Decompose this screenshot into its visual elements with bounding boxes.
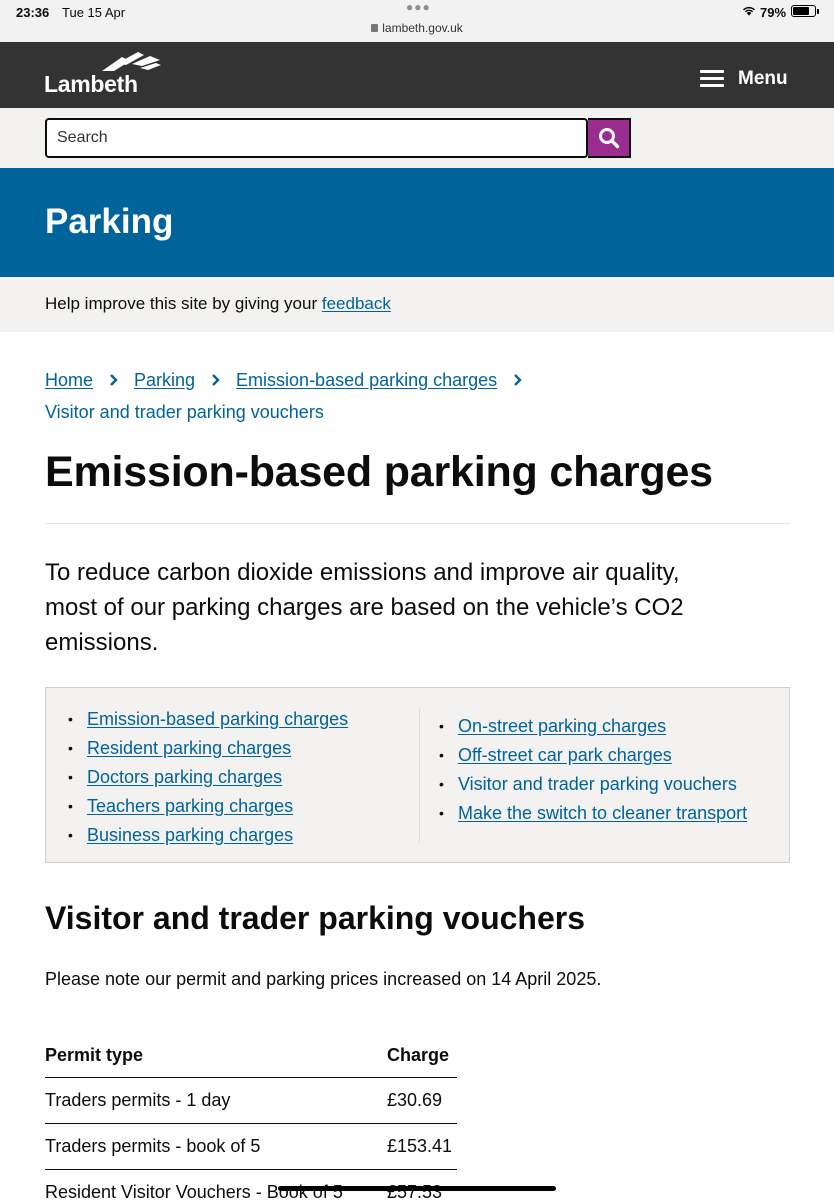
- current-page-visitor-trader-vouchers: Visitor and trader parking vouchers: [458, 774, 737, 794]
- search-bar: [0, 108, 834, 168]
- breadcrumb-emission-based[interactable]: Emission-based parking charges: [236, 364, 497, 396]
- table-row: Traders permits - 1 day £30.69: [45, 1077, 457, 1124]
- link-teachers-parking-charges[interactable]: Teachers parking charges: [87, 796, 293, 816]
- related-links-column-2: On-street parking charges Off-street car…: [439, 715, 747, 831]
- menu-button[interactable]: Menu: [700, 64, 788, 94]
- breadcrumb: Home Parking Emission-based parking charge…: [45, 364, 605, 428]
- status-time: 23:36: [16, 5, 50, 20]
- charges-table: Permit type Charge Traders permits - 1 d…: [45, 1033, 457, 1200]
- battery-icon: [791, 5, 816, 17]
- page-title: Emission-based parking charges: [45, 448, 713, 496]
- address-url: lambeth.gov.uk: [382, 21, 463, 35]
- list-item: Off-street car park charges: [439, 744, 747, 773]
- more-dots-icon[interactable]: ●●●: [406, 0, 431, 14]
- breadcrumb-home[interactable]: Home: [45, 364, 93, 396]
- home-indicator[interactable]: [278, 1186, 556, 1191]
- list-item: Emission-based parking charges: [68, 708, 348, 737]
- section-heading: Visitor and trader parking vouchers: [45, 900, 586, 936]
- table-row: Resident Visitor Vouchers - Book of 5 £5…: [45, 1169, 457, 1200]
- status-bar: 23:36 Tue 15 Apr ●●● lambeth.gov.uk 79%: [0, 0, 834, 42]
- charge-cell: £57.53: [387, 1169, 457, 1200]
- search-input[interactable]: [45, 118, 588, 158]
- chevron-right-icon: [514, 374, 522, 386]
- chevron-right-icon: [212, 374, 220, 386]
- charge-cell: £153.41: [387, 1123, 457, 1170]
- column-header-permit-type: Permit type: [45, 1033, 387, 1078]
- banner-title: Parking: [45, 202, 174, 241]
- list-item: Doctors parking charges: [68, 766, 348, 795]
- lock-icon: [371, 24, 379, 32]
- list-item: Business parking charges: [68, 824, 348, 853]
- list-item: Resident parking charges: [68, 737, 348, 766]
- table-row: Traders permits - book of 5 £153.41: [45, 1123, 457, 1170]
- search-icon: [598, 128, 619, 149]
- search-button[interactable]: [588, 118, 631, 158]
- table-header-row: Permit type Charge: [45, 1033, 457, 1078]
- permit-type-cell: Traders permits - book of 5: [45, 1123, 387, 1170]
- feedback-text: Help improve this site by giving your fe…: [45, 294, 391, 314]
- link-doctors-parking-charges[interactable]: Doctors parking charges: [87, 767, 282, 787]
- title-divider: [45, 523, 790, 524]
- address-bar[interactable]: lambeth.gov.uk: [0, 21, 834, 35]
- lead-paragraph: To reduce carbon dioxide emissions and i…: [45, 559, 684, 656]
- link-make-the-switch[interactable]: Make the switch to cleaner transport: [458, 803, 747, 823]
- wifi-icon: [743, 6, 755, 16]
- column-header-charge: Charge: [387, 1033, 457, 1078]
- list-item: Teachers parking charges: [68, 795, 348, 824]
- lambeth-logo-icon[interactable]: [100, 51, 162, 73]
- list-item: Visitor and trader parking vouchers: [439, 773, 747, 802]
- battery-fill: [793, 7, 809, 15]
- section-banner: Parking: [0, 168, 834, 277]
- feedback-bar: Help improve this site by giving your fe…: [0, 277, 834, 332]
- lambeth-logo-text[interactable]: Lambeth: [44, 71, 138, 98]
- battery-cap: [817, 9, 819, 14]
- link-business-parking-charges[interactable]: Business parking charges: [87, 825, 293, 845]
- list-item: Make the switch to cleaner transport: [439, 802, 747, 831]
- hamburger-icon: [700, 70, 724, 88]
- related-links-column-1: Emission-based parking charges Resident …: [68, 708, 348, 853]
- link-on-street-parking-charges[interactable]: On-street parking charges: [458, 716, 666, 736]
- link-off-street-car-park-charges[interactable]: Off-street car park charges: [458, 745, 672, 765]
- battery-percent: 79%: [760, 5, 787, 20]
- permit-type-cell: Traders permits - 1 day: [45, 1077, 387, 1124]
- permit-type-cell: Resident Visitor Vouchers - Book of 5: [45, 1169, 387, 1200]
- link-resident-parking-charges[interactable]: Resident parking charges: [87, 738, 291, 758]
- column-divider: [419, 708, 420, 843]
- charge-cell: £30.69: [387, 1077, 457, 1124]
- site-header: Lambeth Menu: [0, 42, 834, 108]
- link-emission-based-parking-charges[interactable]: Emission-based parking charges: [87, 709, 348, 729]
- menu-label: Menu: [738, 68, 788, 89]
- feedback-link[interactable]: feedback: [322, 294, 391, 313]
- feedback-prompt: Help improve this site by giving your: [45, 294, 318, 313]
- breadcrumb-current: Visitor and trader parking vouchers: [45, 402, 324, 422]
- breadcrumb-parking[interactable]: Parking: [134, 364, 195, 396]
- status-date: Tue 15 Apr: [62, 5, 126, 20]
- chevron-right-icon: [110, 374, 118, 386]
- list-item: On-street parking charges: [439, 715, 747, 744]
- price-notice: Please note our permit and parking price…: [45, 969, 602, 989]
- related-links-box: Emission-based parking charges Resident …: [45, 687, 790, 863]
